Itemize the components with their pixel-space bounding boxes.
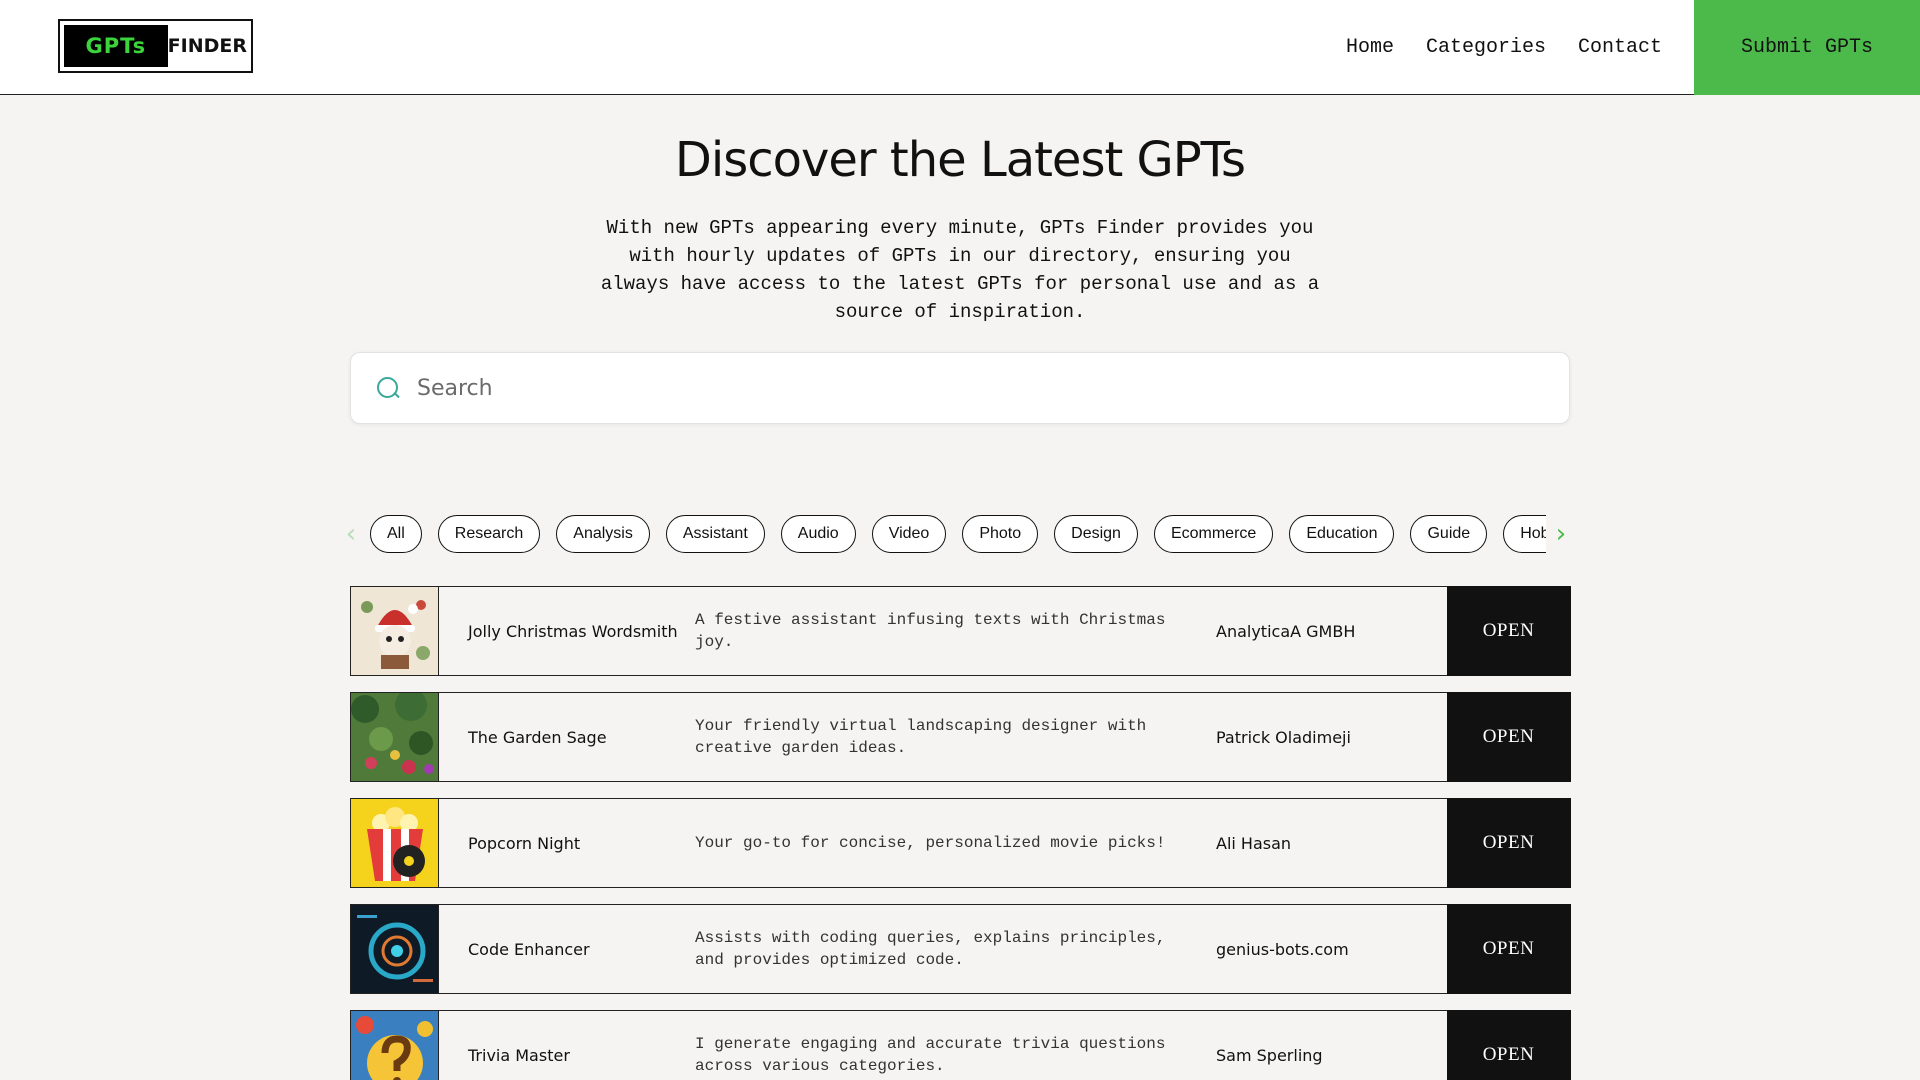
gpt-thumbnail	[351, 799, 439, 887]
open-button[interactable]: OPEN	[1446, 1009, 1571, 1080]
trivia-image	[351, 1011, 438, 1080]
gpt-author: Ali Hasan	[1216, 833, 1292, 853]
category-chip[interactable]: Design	[1054, 515, 1138, 553]
gpt-thumbnail	[351, 1011, 439, 1080]
gpt-thumbnail	[351, 587, 439, 675]
category-chip[interactable]: Audio	[780, 515, 856, 553]
main-nav: Home Categories Contact	[1346, 0, 1662, 95]
gpt-description: Your friendly virtual landscaping design…	[695, 717, 1147, 757]
gpt-thumbnail	[351, 693, 439, 781]
gpt-name: Popcorn Night	[468, 833, 581, 853]
category-chip[interactable]: Ecommerce	[1153, 515, 1274, 553]
category-chip[interactable]: Analysis	[556, 515, 650, 553]
nav-contact-link[interactable]: Contact	[1578, 36, 1662, 59]
logo-badge: GPTs	[64, 25, 168, 67]
category-chip[interactable]: Video	[871, 515, 947, 553]
search-bar[interactable]	[350, 352, 1570, 424]
gpt-row: Code Enhancer Assists with coding querie…	[350, 903, 1571, 994]
category-chip[interactable]: Hobby	[1503, 515, 1546, 553]
gpt-name: Jolly Christmas Wordsmith	[468, 621, 678, 641]
gpt-name: Code Enhancer	[468, 939, 590, 959]
category-chip[interactable]: Education	[1289, 515, 1395, 553]
gpt-row: Jolly Christmas Wordsmith A festive assi…	[350, 585, 1571, 676]
category-chip[interactable]: All	[370, 515, 422, 553]
category-chips: All Research Analysis Assistant Audio Vi…	[366, 515, 1546, 553]
gpt-name: The Garden Sage	[468, 727, 607, 747]
logo-text: FINDER	[167, 35, 247, 57]
garden-image	[351, 693, 438, 781]
category-chip[interactable]: Assistant	[665, 515, 765, 553]
gpt-list: Jolly Christmas Wordsmith A festive assi…	[350, 585, 1571, 1080]
chevron-right-icon[interactable]: ›	[1546, 512, 1576, 556]
hero-description: With new GPTs appearing every minute, GP…	[600, 217, 1320, 323]
nav-home-link[interactable]: Home	[1346, 36, 1394, 59]
gpt-thumbnail	[351, 905, 439, 993]
gpt-name: Trivia Master	[468, 1045, 570, 1065]
category-chip[interactable]: Photo	[962, 515, 1039, 553]
chevron-left-icon[interactable]: ‹	[336, 512, 366, 556]
gpt-description: Your go-to for concise, personalized mov…	[695, 834, 1166, 852]
gpt-description: I generate engaging and accurate trivia …	[695, 1035, 1166, 1075]
open-button[interactable]: OPEN	[1446, 691, 1571, 782]
popcorn-image	[351, 799, 438, 887]
page-title: Discover the Latest GPTs	[674, 132, 1246, 188]
gpt-row: The Garden Sage Your friendly virtual la…	[350, 691, 1571, 782]
gpt-row: Trivia Master I generate engaging and ac…	[350, 1009, 1571, 1080]
category-chip[interactable]: Research	[437, 515, 541, 553]
gpt-author: genius-bots.com	[1216, 939, 1349, 959]
christmas-character-image	[351, 587, 438, 675]
code-image	[351, 905, 438, 993]
gpt-author: AnalyticaA GMBH	[1216, 621, 1356, 641]
logo[interactable]: GPTs FINDER	[58, 19, 253, 73]
open-button[interactable]: OPEN	[1446, 903, 1571, 994]
gpt-author: Sam Sperling	[1216, 1045, 1323, 1065]
gpt-row: Popcorn Night Your go-to for concise, pe…	[350, 797, 1571, 888]
category-chip[interactable]: Guide	[1410, 515, 1488, 553]
open-button[interactable]: OPEN	[1446, 797, 1571, 888]
site-header: GPTs FINDER Home Categories Contact Subm…	[0, 0, 1920, 95]
submit-gpts-button[interactable]: Submit GPTs	[1694, 0, 1920, 95]
gpt-description: A festive assistant infusing texts with …	[695, 611, 1166, 651]
category-filter: ‹ All Research Analysis Assistant Audio …	[336, 512, 1584, 556]
search-icon	[375, 375, 401, 401]
gpt-description: Assists with coding queries, explains pr…	[695, 929, 1166, 969]
nav-categories-link[interactable]: Categories	[1426, 36, 1546, 59]
search-input[interactable]	[417, 375, 1517, 401]
gpt-author: Patrick Oladimeji	[1216, 727, 1351, 747]
open-button[interactable]: OPEN	[1446, 585, 1571, 676]
